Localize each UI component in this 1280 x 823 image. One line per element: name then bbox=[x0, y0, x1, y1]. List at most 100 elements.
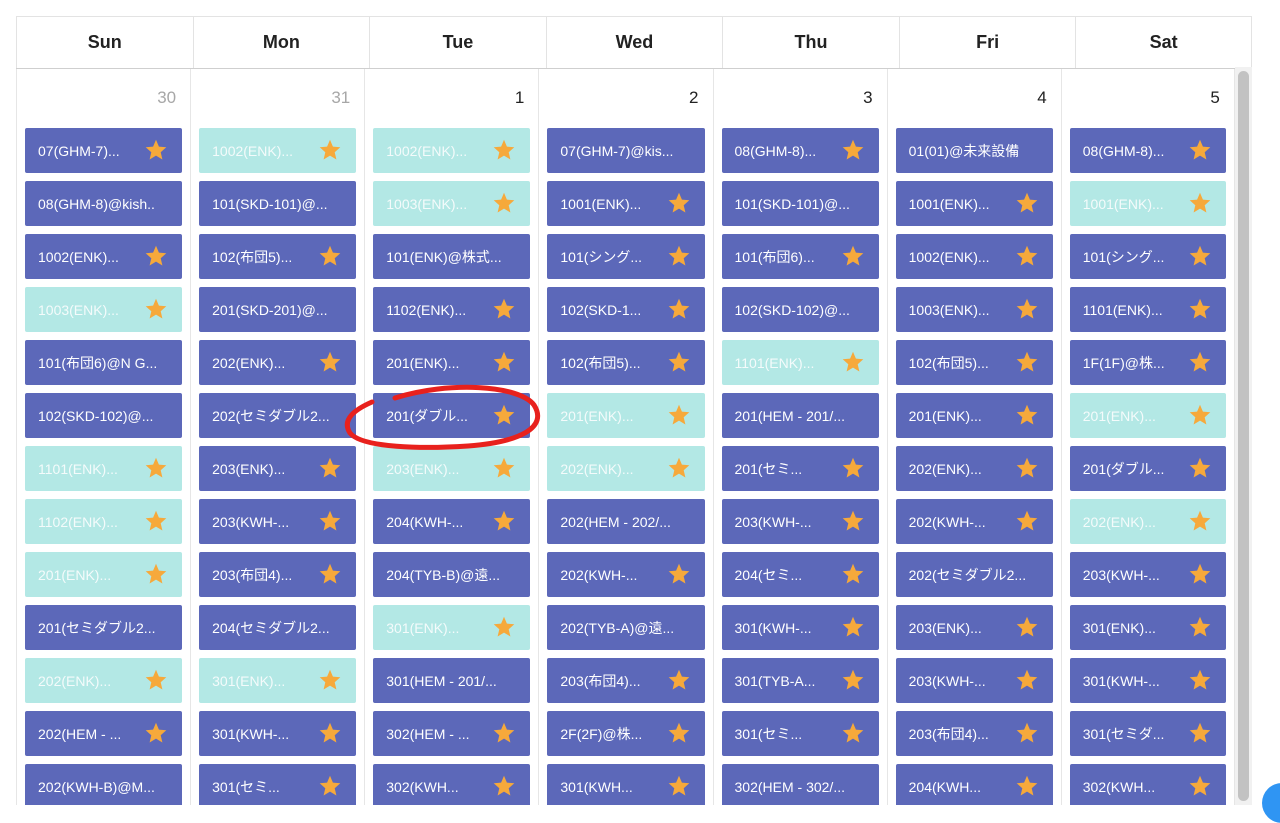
star-icon[interactable] bbox=[492, 721, 516, 745]
event-chip[interactable]: 1102(ENK)... bbox=[373, 287, 531, 332]
event-chip[interactable]: 204(セミダブル2... bbox=[199, 605, 357, 650]
event-chip[interactable]: 101(シング... bbox=[547, 234, 705, 279]
star-icon[interactable] bbox=[144, 138, 168, 162]
star-icon[interactable] bbox=[144, 509, 168, 533]
event-chip[interactable]: 204(KWH... bbox=[895, 764, 1053, 805]
star-icon[interactable] bbox=[492, 191, 516, 215]
star-icon[interactable] bbox=[492, 403, 516, 427]
event-chip[interactable]: 101(ENK)@株式... bbox=[373, 234, 531, 279]
event-chip[interactable]: 07(GHM-7)... bbox=[25, 128, 183, 173]
event-chip[interactable]: 102(布団5)... bbox=[895, 340, 1053, 385]
event-chip[interactable]: 1003(ENK)... bbox=[25, 287, 183, 332]
event-chip[interactable]: 301(ENK)... bbox=[199, 658, 357, 703]
event-chip[interactable]: 1102(ENK)... bbox=[25, 499, 183, 544]
day-number[interactable]: 3 bbox=[863, 88, 872, 108]
star-icon[interactable] bbox=[1188, 615, 1212, 639]
star-icon[interactable] bbox=[1015, 191, 1039, 215]
event-chip[interactable]: 203(KWH-... bbox=[895, 658, 1053, 703]
event-chip[interactable]: 102(SKD-102)@... bbox=[25, 393, 183, 438]
event-chip[interactable]: 301(HEM - 201/... bbox=[373, 658, 531, 703]
day-cell-fri[interactable]: 4 01(01)@未来設備 1001(ENK)... 1002(ENK)... 1003… bbox=[886, 69, 1061, 805]
event-chip[interactable]: 1002(ENK)... bbox=[25, 234, 183, 279]
star-icon[interactable] bbox=[841, 562, 865, 586]
event-chip[interactable]: 301(KWH-... bbox=[199, 711, 357, 756]
event-chip[interactable]: 301(ENK)... bbox=[1069, 605, 1226, 650]
star-icon[interactable] bbox=[492, 456, 516, 480]
star-icon[interactable] bbox=[1188, 509, 1212, 533]
day-cell-sat[interactable]: 5 08(GHM-8)... 1001(ENK)... 101(シング... 1101(… bbox=[1060, 69, 1235, 805]
star-icon[interactable] bbox=[492, 297, 516, 321]
star-icon[interactable] bbox=[144, 456, 168, 480]
star-icon[interactable] bbox=[1188, 297, 1212, 321]
star-icon[interactable] bbox=[841, 509, 865, 533]
star-icon[interactable] bbox=[1015, 350, 1039, 374]
star-icon[interactable] bbox=[841, 138, 865, 162]
star-icon[interactable] bbox=[1188, 350, 1212, 374]
event-chip[interactable]: 1F(1F)@株... bbox=[1069, 340, 1226, 385]
star-icon[interactable] bbox=[144, 721, 168, 745]
star-icon[interactable] bbox=[1188, 668, 1212, 692]
event-chip[interactable]: 08(GHM-8)... bbox=[1069, 128, 1226, 173]
star-icon[interactable] bbox=[1188, 138, 1212, 162]
event-chip[interactable]: 203(ENK)... bbox=[373, 446, 531, 491]
day-cell-mon[interactable]: 31 1002(ENK)... 101(SKD-101)@... 102(布団5)..… bbox=[190, 69, 364, 805]
event-chip[interactable]: 201(ENK)... bbox=[25, 552, 183, 597]
star-icon[interactable] bbox=[1188, 774, 1212, 798]
event-chip[interactable]: 1002(ENK)... bbox=[895, 234, 1053, 279]
event-chip[interactable]: 201(ENK)... bbox=[373, 340, 531, 385]
event-chip[interactable]: 1001(ENK)... bbox=[547, 181, 705, 226]
star-icon[interactable] bbox=[1015, 297, 1039, 321]
event-chip[interactable]: 1001(ENK)... bbox=[1069, 181, 1226, 226]
event-chip[interactable]: 203(ENK)... bbox=[895, 605, 1053, 650]
star-icon[interactable] bbox=[318, 774, 342, 798]
event-chip[interactable]: 201(ダブル... bbox=[373, 393, 531, 438]
star-icon[interactable] bbox=[1188, 721, 1212, 745]
star-icon[interactable] bbox=[667, 562, 691, 586]
event-chip[interactable]: 101(SKD-101)@... bbox=[199, 181, 357, 226]
star-icon[interactable] bbox=[144, 562, 168, 586]
star-icon[interactable] bbox=[1015, 403, 1039, 427]
star-icon[interactable] bbox=[1015, 456, 1039, 480]
star-icon[interactable] bbox=[492, 774, 516, 798]
star-icon[interactable] bbox=[318, 138, 342, 162]
day-cell-wed[interactable]: 2 07(GHM-7)@kis... 1001(ENK)... 101(シング... 1… bbox=[538, 69, 712, 805]
event-chip[interactable]: 302(HEM - ... bbox=[373, 711, 531, 756]
vertical-scrollbar[interactable] bbox=[1235, 67, 1252, 805]
day-number[interactable]: 2 bbox=[689, 88, 698, 108]
floating-action-button[interactable] bbox=[1262, 783, 1280, 823]
event-chip[interactable]: 202(TYB-A)@遠... bbox=[547, 605, 705, 650]
star-icon[interactable] bbox=[318, 668, 342, 692]
day-number[interactable]: 31 bbox=[331, 88, 350, 108]
day-number[interactable]: 4 bbox=[1037, 88, 1046, 108]
event-chip[interactable]: 201(セミ... bbox=[721, 446, 879, 491]
star-icon[interactable] bbox=[318, 244, 342, 268]
event-chip[interactable]: 301(ENK)... bbox=[373, 605, 531, 650]
event-chip[interactable]: 201(ENK)... bbox=[1069, 393, 1226, 438]
event-chip[interactable]: 102(布団5)... bbox=[547, 340, 705, 385]
event-chip[interactable]: 1101(ENK)... bbox=[721, 340, 879, 385]
star-icon[interactable] bbox=[841, 615, 865, 639]
event-chip[interactable]: 1101(ENK)... bbox=[25, 446, 183, 491]
event-chip[interactable]: 202(HEM - 202/... bbox=[547, 499, 705, 544]
event-chip[interactable]: 203(布団4)... bbox=[895, 711, 1053, 756]
event-chip[interactable]: 201(ダブル... bbox=[1069, 446, 1226, 491]
event-chip[interactable]: 201(ENK)... bbox=[895, 393, 1053, 438]
event-chip[interactable]: 302(KWH... bbox=[373, 764, 531, 805]
event-chip[interactable]: 202(ENK)... bbox=[25, 658, 183, 703]
event-chip[interactable]: 301(KWH... bbox=[547, 764, 705, 805]
star-icon[interactable] bbox=[841, 456, 865, 480]
event-chip[interactable]: 204(TYB-B)@遠... bbox=[373, 552, 531, 597]
star-icon[interactable] bbox=[1188, 191, 1212, 215]
star-icon[interactable] bbox=[841, 350, 865, 374]
star-icon[interactable] bbox=[841, 721, 865, 745]
event-chip[interactable]: 301(セミ... bbox=[199, 764, 357, 805]
event-chip[interactable]: 201(ENK)... bbox=[547, 393, 705, 438]
day-cell-thu[interactable]: 3 08(GHM-8)... 101(SKD-101)@... 101(布団6)...… bbox=[712, 69, 887, 805]
event-chip[interactable]: 102(SKD-1... bbox=[547, 287, 705, 332]
event-chip[interactable]: 101(シング... bbox=[1069, 234, 1226, 279]
star-icon[interactable] bbox=[1188, 562, 1212, 586]
event-chip[interactable]: 203(KWH-... bbox=[721, 499, 879, 544]
event-chip[interactable]: 202(ENK)... bbox=[895, 446, 1053, 491]
day-cell-tue[interactable]: 1 1002(ENK)... 1003(ENK)... 101(ENK)@株式... 1… bbox=[364, 69, 538, 805]
day-number[interactable]: 30 bbox=[157, 88, 176, 108]
